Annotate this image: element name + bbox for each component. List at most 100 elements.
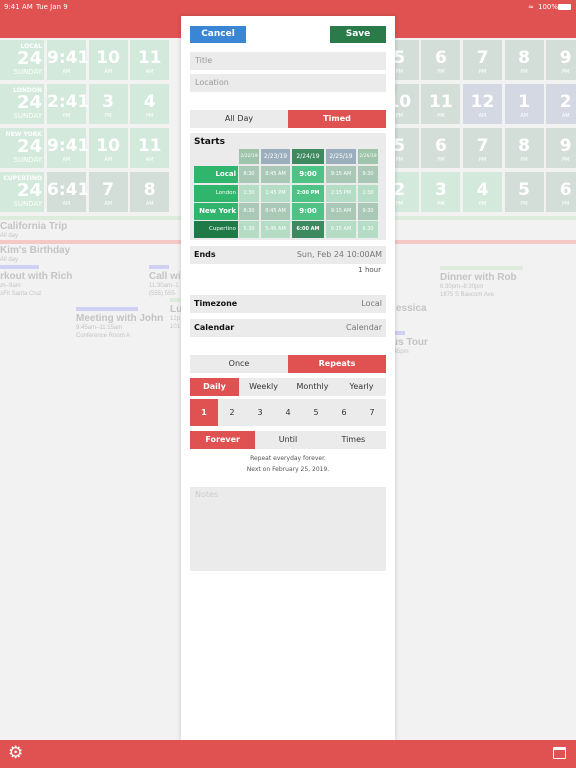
start-time-cell[interactable]: 9:30 AM [358,166,378,194]
start-time-cell[interactable]: 8:30 AM [239,203,259,231]
start-time-cell[interactable]: 6:00 AM [292,221,324,238]
start-time-cell[interactable]: 8:45 AM [261,166,290,183]
hour-cell[interactable]: 6 PM [421,128,461,168]
meridiem: PM [478,69,487,75]
save-button[interactable]: Save [330,26,386,43]
tab-once[interactable]: Once [190,355,288,373]
hour: 2:41 [47,92,90,112]
tab-yearly[interactable]: Yearly [337,378,386,396]
tab-until[interactable]: Until [255,431,320,449]
hour-cell[interactable]: 8 PM [504,40,544,80]
starts-label: Starts [194,137,225,147]
hour: 11 [137,48,162,68]
hour-cell[interactable]: 1 AM [504,84,544,124]
start-time-cell[interactable]: 9:00 AM [292,203,324,232]
tab-monthly[interactable]: Monthly [288,378,337,396]
hour-cell[interactable]: 4 PM [130,84,170,124]
wifi-icon: ≈ [528,3,534,11]
repeat-summary: Repeat everyday forever. [250,455,326,462]
start-time-cell[interactable]: 9:15 AM [326,166,356,183]
hour-cell[interactable]: 4 PM [463,172,502,212]
tab-all-day[interactable]: All Day [190,110,288,128]
calendar-icon[interactable] [553,747,566,759]
hour-cell[interactable]: 7 PM [463,128,502,168]
start-time-cell[interactable]: 8:30 AM [239,166,259,194]
start-time-cell[interactable]: 6:30 AM [358,221,378,249]
hour-cell[interactable]: 6 PM [421,40,461,80]
hour-cell[interactable]: 7 AM [88,172,128,212]
interval-option[interactable]: 4 [274,399,302,426]
tab-forever[interactable]: Forever [190,431,256,449]
hour-cell[interactable]: 9 PM [546,128,576,168]
cancel-button[interactable]: Cancel [190,26,246,43]
calendar-row[interactable]: Calendar Calendar [190,319,386,337]
start-time-cell[interactable]: 9:30 AM [358,203,378,231]
event-item[interactable]: us Tour:45pm [392,331,428,356]
hour-cell[interactable]: 2:41 PM [47,84,90,124]
tab-timed[interactable]: Timed [288,110,386,128]
start-time-cell[interactable]: 5:45 AM [261,221,290,238]
date-header[interactable]: 2/22/19 [239,149,259,164]
hour-cell[interactable]: 11 AM [130,128,170,168]
hour-cell[interactable]: 2 AM [546,84,576,124]
event-item[interactable]: Kim's Birthday All day [0,245,70,264]
hour-cell[interactable]: 8 PM [504,128,544,168]
hour-cell[interactable]: 9:41 AM [47,40,89,80]
hour-cell[interactable]: 6 PM [546,172,576,212]
gear-icon[interactable]: ⚙ [8,743,23,763]
date-header[interactable]: 2/23/19 [261,149,290,164]
notes-input[interactable]: Notes [190,487,386,571]
hour-cell[interactable]: 9:41 AM [47,128,89,168]
event-time: All day [0,257,19,263]
start-time-cell[interactable]: 9:00 AM [292,166,324,195]
tab-weekly[interactable]: Weekly [239,378,288,396]
hour-cell[interactable]: 9 PM [546,40,576,80]
event-item[interactable]: Meeting with John 9:45am–11:15am Conferenc… [76,307,163,340]
hour-cell[interactable]: 7 PM [463,40,502,80]
timezone-row[interactable]: Timezone Local [190,295,386,313]
date-header[interactable]: 2/25/19 [326,149,356,164]
start-time-cell[interactable]: 1:45 PM [261,185,290,202]
tab-times[interactable]: Times [321,431,386,449]
start-time-cell[interactable]: 8:45 AM [261,203,290,220]
hour: 10 [96,136,120,156]
date-header[interactable]: 2/24/19 [292,149,324,164]
hour-cell[interactable]: 8 AM [130,172,170,212]
location-input[interactable]: Location [190,74,386,92]
hour-cell[interactable]: 11 PM [421,84,461,124]
allday-toggle: All Day Timed [190,110,386,128]
event-item[interactable]: California Trip All day [0,221,67,240]
hour-cell[interactable]: 12 AM [463,84,502,124]
start-time-cell[interactable]: 2:15 PM [326,185,356,202]
hour-cell[interactable]: 10 AM [88,40,128,80]
event-item[interactable]: essica [396,303,427,314]
start-time-cell[interactable]: 5:30 AM [239,221,259,249]
ends-row[interactable]: Ends Sun, Feb 24 10:00AM [190,246,386,264]
event-item[interactable]: orkout with Rich0am–9am ossFit Santa Cruz [0,265,72,298]
hour-cell[interactable]: 6:41 AM [47,172,89,212]
interval-option[interactable]: 3 [246,399,274,426]
tab-daily[interactable]: Daily [190,378,239,396]
start-time-cell[interactable]: 2:30 PM [358,185,378,213]
title-input[interactable]: Title [190,52,386,70]
event-item[interactable]: Dinner with Rob 6:30pm–8:30pm 1875 S Basco… [440,266,523,299]
meridiem: PM [437,201,445,207]
start-time-cell[interactable]: 1:30 PM [239,185,259,213]
interval-option[interactable]: 1 [190,399,218,426]
start-time-cell[interactable]: 2:00 PM [292,185,324,202]
hour-cell[interactable]: 3 PM [421,172,461,212]
hour-cell[interactable]: 3 PM [88,84,128,124]
hour-cell[interactable]: 5 PM [504,172,544,212]
interval-option[interactable]: 2 [218,399,246,426]
interval-option[interactable]: 5 [302,399,330,426]
interval-option[interactable]: 6 [330,399,358,426]
hour-cell[interactable]: 11 AM [130,40,170,80]
start-time-cell[interactable]: 6:15 AM [326,221,356,238]
event-item[interactable]: Call wi 11:30am–1 (555) 555- [149,265,181,298]
interval-option[interactable]: 7 [358,399,386,426]
hour-cell[interactable]: 10 AM [88,128,128,168]
tab-repeats[interactable]: Repeats [288,355,386,373]
start-time-cell[interactable]: 9:15 AM [326,203,356,220]
date-header[interactable]: 2/26/19 [358,149,378,164]
meridiem: PM [562,69,570,75]
